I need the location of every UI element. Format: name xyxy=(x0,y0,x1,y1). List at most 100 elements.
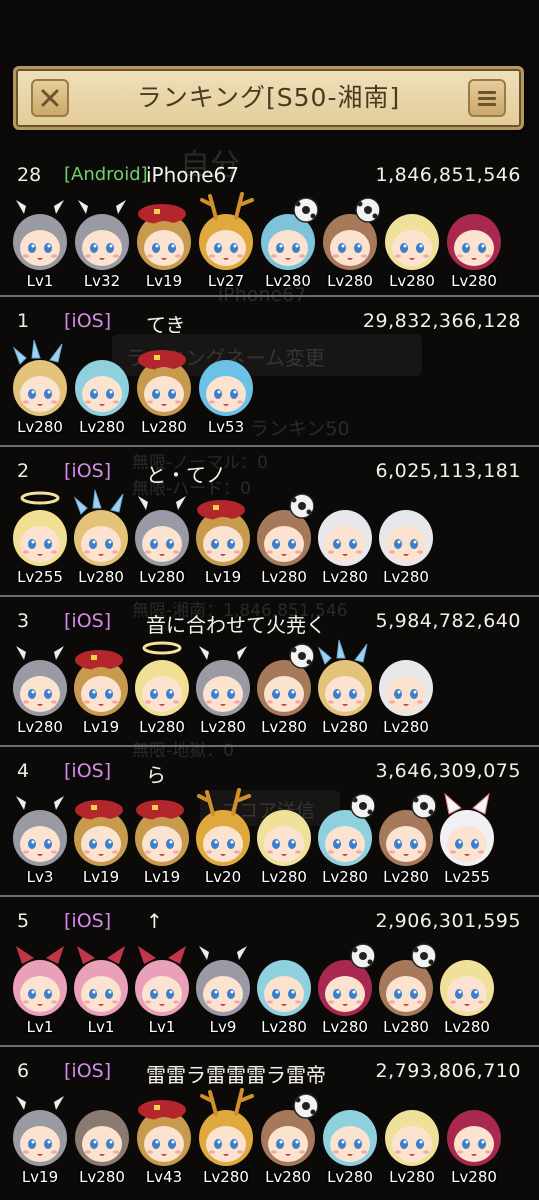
character-level: Lv43 xyxy=(145,1168,183,1186)
character-level: Lv280 xyxy=(389,272,435,290)
character-icon: Lv280 xyxy=(132,638,192,738)
character-icon: Lv1 xyxy=(132,938,192,1038)
character-party: Lv280 Lv280 Lv280 Lv53 xyxy=(10,338,535,438)
character-icon: Lv1 xyxy=(10,938,70,1038)
player-name: てき xyxy=(146,313,186,337)
ranking-row[interactable]: 6 [iOS] 雷雷ラ雷雷雷ラ雷帝 2,793,806,710 Lv19 Lv2… xyxy=(0,1048,539,1190)
character-icon: Lv19 xyxy=(71,638,131,738)
character-icon: Lv9 xyxy=(193,938,253,1038)
character-icon: Lv280 xyxy=(254,488,314,588)
character-icon: Lv280 xyxy=(376,788,436,888)
rank-number: 1 xyxy=(17,310,30,332)
player-name: と・てノ xyxy=(146,463,226,487)
close-icon xyxy=(41,89,59,107)
menu-button[interactable] xyxy=(468,79,506,117)
ranking-row[interactable]: 28 [Android] iPhone67 1,846,851,546 Lv1 … xyxy=(0,152,539,294)
ranking-header: ランキング[S50-湘南] xyxy=(13,66,524,130)
rank-number: 28 xyxy=(17,164,42,186)
character-icon: Lv280 xyxy=(254,788,314,888)
character-level: Lv280 xyxy=(327,1168,373,1186)
character-level: Lv19 xyxy=(82,718,120,736)
character-icon: Lv32 xyxy=(72,192,132,292)
character-level: Lv280 xyxy=(444,1018,490,1036)
character-icon: Lv280 xyxy=(376,488,436,588)
character-icon: Lv1 xyxy=(71,938,131,1038)
character-icon: Lv43 xyxy=(134,1088,194,1188)
rank-number: 3 xyxy=(17,610,30,632)
player-score: 5,984,782,640 xyxy=(375,610,521,632)
character-icon: Lv280 xyxy=(320,1088,380,1188)
character-icon: Lv53 xyxy=(196,338,256,438)
character-level: Lv280 xyxy=(139,718,185,736)
character-icon: Lv280 xyxy=(258,1088,318,1188)
ranking-row[interactable]: 1 [iOS] てき 29,832,366,128 Lv280 Lv280 Lv… xyxy=(0,298,539,440)
platform-tag: [iOS] xyxy=(64,460,112,482)
character-level: Lv19 xyxy=(21,1168,59,1186)
row-divider xyxy=(0,1045,539,1047)
character-level: Lv20 xyxy=(204,868,242,886)
character-level: Lv280 xyxy=(261,1018,307,1036)
player-score: 2,906,301,595 xyxy=(375,910,521,932)
character-icon: Lv280 xyxy=(10,638,70,738)
character-level: Lv280 xyxy=(78,568,124,586)
character-icon: Lv280 xyxy=(382,1088,442,1188)
platform-tag: [iOS] xyxy=(64,760,112,782)
ranking-row[interactable]: 5 [iOS] ↑ 2,906,301,595 Lv1 Lv1 Lv1 Lv9 … xyxy=(0,898,539,1040)
character-icon: Lv27 xyxy=(196,192,256,292)
rank-number: 5 xyxy=(17,910,30,932)
player-name: 音に合わせて火尭く xyxy=(146,613,326,637)
character-icon: Lv280 xyxy=(320,192,380,292)
ranking-row[interactable]: 4 [iOS] ら 3,646,309,075 Lv3 Lv19 Lv19 Lv… xyxy=(0,748,539,890)
character-icon: Lv280 xyxy=(376,938,436,1038)
platform-tag: [iOS] xyxy=(64,1060,112,1082)
character-icon: Lv280 xyxy=(193,638,253,738)
row-divider xyxy=(0,745,539,747)
character-icon: Lv3 xyxy=(10,788,70,888)
row-divider xyxy=(0,895,539,897)
character-level: Lv19 xyxy=(145,272,183,290)
character-icon: Lv280 xyxy=(132,488,192,588)
character-level: Lv280 xyxy=(383,868,429,886)
character-icon: Lv19 xyxy=(132,788,192,888)
close-button[interactable] xyxy=(31,79,69,117)
character-party: Lv280 Lv19 Lv280 Lv280 Lv280 Lv280 Lv280 xyxy=(10,638,535,738)
player-name: iPhone67 xyxy=(146,163,239,187)
player-score: 6,025,113,181 xyxy=(375,460,521,482)
character-icon: Lv280 xyxy=(437,938,497,1038)
character-level: Lv280 xyxy=(79,418,125,436)
character-party: Lv1 Lv32 Lv19 Lv27 Lv280 Lv280 Lv280 Lv2… xyxy=(10,192,535,292)
character-level: Lv19 xyxy=(204,568,242,586)
rank-number: 6 xyxy=(17,1060,30,1082)
character-level: Lv280 xyxy=(261,868,307,886)
character-level: Lv255 xyxy=(444,868,490,886)
character-icon: Lv280 xyxy=(315,638,375,738)
character-icon: Lv280 xyxy=(444,1088,504,1188)
row-divider xyxy=(0,595,539,597)
player-score: 29,832,366,128 xyxy=(362,310,521,332)
platform-tag: [Android] xyxy=(64,164,148,185)
character-icon: Lv255 xyxy=(10,488,70,588)
character-icon: Lv280 xyxy=(72,1088,132,1188)
character-icon: Lv20 xyxy=(193,788,253,888)
character-level: Lv3 xyxy=(26,868,54,886)
ranking-row[interactable]: 3 [iOS] 音に合わせて火尭く 5,984,782,640 Lv280 Lv… xyxy=(0,598,539,740)
character-party: Lv19 Lv280 Lv43 Lv280 Lv280 Lv280 Lv280 … xyxy=(10,1088,535,1188)
row-divider xyxy=(0,445,539,447)
character-icon: Lv280 xyxy=(315,788,375,888)
player-score: 3,646,309,075 xyxy=(375,760,521,782)
character-level: Lv280 xyxy=(322,718,368,736)
platform-tag: [iOS] xyxy=(64,310,112,332)
character-icon: Lv1 xyxy=(10,192,70,292)
character-icon: Lv19 xyxy=(193,488,253,588)
character-party: Lv3 Lv19 Lv19 Lv20 Lv280 Lv280 Lv280 Lv2… xyxy=(10,788,535,888)
character-icon: Lv280 xyxy=(10,338,70,438)
character-icon: Lv255 xyxy=(437,788,497,888)
character-level: Lv19 xyxy=(143,868,181,886)
character-icon: Lv280 xyxy=(71,488,131,588)
player-name: 雷雷ラ雷雷雷ラ雷帝 xyxy=(146,1063,326,1087)
character-level: Lv280 xyxy=(322,868,368,886)
character-level: Lv32 xyxy=(83,272,121,290)
character-icon: Lv280 xyxy=(376,638,436,738)
character-level: Lv280 xyxy=(327,272,373,290)
ranking-row[interactable]: 2 [iOS] と・てノ 6,025,113,181 Lv255 Lv280 L… xyxy=(0,448,539,590)
